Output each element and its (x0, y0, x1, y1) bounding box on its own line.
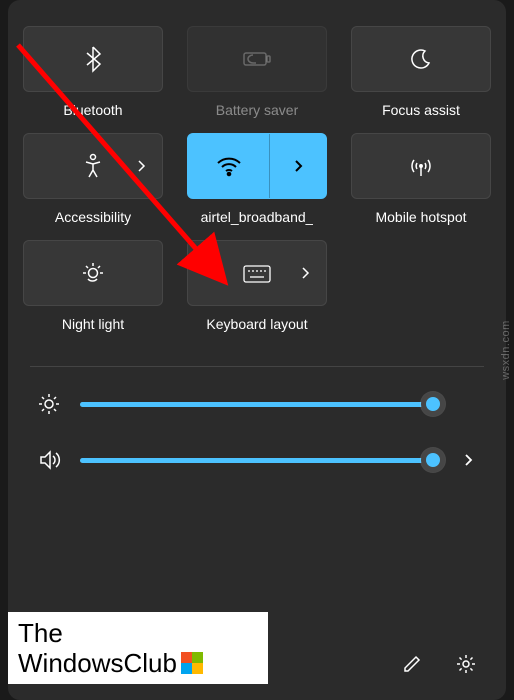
mobile-hotspot-tile[interactable] (351, 133, 491, 199)
tiles-grid: Bluetooth Battery saver (30, 26, 484, 332)
settings-button[interactable] (448, 648, 484, 684)
brightness-icon (36, 391, 62, 417)
edit-button[interactable] (394, 648, 430, 684)
chevron-right-icon (136, 159, 146, 173)
battery-saver-tile[interactable] (187, 26, 327, 92)
battery-saver-icon (242, 49, 272, 69)
tile-label: airtel_broadband_ (201, 209, 314, 225)
tile-label: Keyboard layout (206, 316, 307, 332)
chevron-right-icon (300, 266, 310, 280)
keyboard-icon (242, 262, 272, 284)
brightness-slider-row (30, 391, 484, 417)
hotspot-icon (407, 154, 435, 178)
accessibility-icon (81, 153, 105, 179)
wifi-tile-expand[interactable] (270, 158, 326, 174)
watermark-logo: The WindowsClub (8, 612, 268, 684)
tile-label: Mobile hotspot (375, 209, 466, 225)
slider-fill (80, 402, 433, 407)
divider (30, 366, 484, 367)
slider-thumb[interactable] (421, 392, 445, 416)
tile-label: Focus assist (382, 102, 460, 118)
tile-night-light-wrapper: Night light (23, 240, 163, 332)
tile-mobile-hotspot-wrapper: Mobile hotspot (351, 133, 491, 225)
slider-thumb[interactable] (421, 448, 445, 472)
tile-label: Accessibility (55, 209, 131, 225)
tile-label: Bluetooth (63, 102, 122, 118)
tile-keyboard-layout-wrapper: Keyboard layout (187, 240, 327, 332)
moon-icon (409, 47, 433, 71)
wifi-tile[interactable] (187, 133, 327, 199)
volume-slider[interactable] (80, 458, 440, 463)
watermark-line2: WindowsClub (18, 648, 177, 678)
brightness-slider[interactable] (80, 402, 440, 407)
tile-wifi-wrapper: airtel_broadband_ (187, 133, 327, 225)
volume-icon (36, 447, 62, 473)
windows-flag-icon (181, 652, 203, 674)
watermark-side: wsxdn.com (500, 320, 512, 380)
volume-expand[interactable] (458, 453, 478, 467)
slider-fill (80, 458, 433, 463)
keyboard-layout-tile[interactable] (187, 240, 327, 306)
quick-settings-panel: Bluetooth Battery saver (8, 0, 506, 700)
tile-label: Battery saver (216, 102, 298, 118)
wifi-tile-toggle[interactable] (188, 155, 269, 177)
accessibility-tile[interactable] (23, 133, 163, 199)
chevron-right-icon (292, 158, 304, 174)
tile-bluetooth-wrapper: Bluetooth (23, 26, 163, 118)
focus-assist-tile[interactable] (351, 26, 491, 92)
bottom-toolbar (394, 648, 484, 684)
tile-focus-assist-wrapper: Focus assist (351, 26, 491, 118)
pencil-icon (402, 654, 422, 679)
wifi-icon (216, 155, 242, 177)
night-light-tile[interactable] (23, 240, 163, 306)
night-light-icon (80, 260, 106, 286)
tile-accessibility-wrapper: Accessibility (23, 133, 163, 225)
watermark-line1: The (18, 618, 258, 648)
bluetooth-icon (83, 45, 103, 73)
tile-label: Night light (62, 316, 124, 332)
bluetooth-tile[interactable] (23, 26, 163, 92)
volume-slider-row (30, 447, 484, 473)
tile-battery-saver-wrapper: Battery saver (187, 26, 327, 118)
gear-icon (455, 653, 477, 680)
